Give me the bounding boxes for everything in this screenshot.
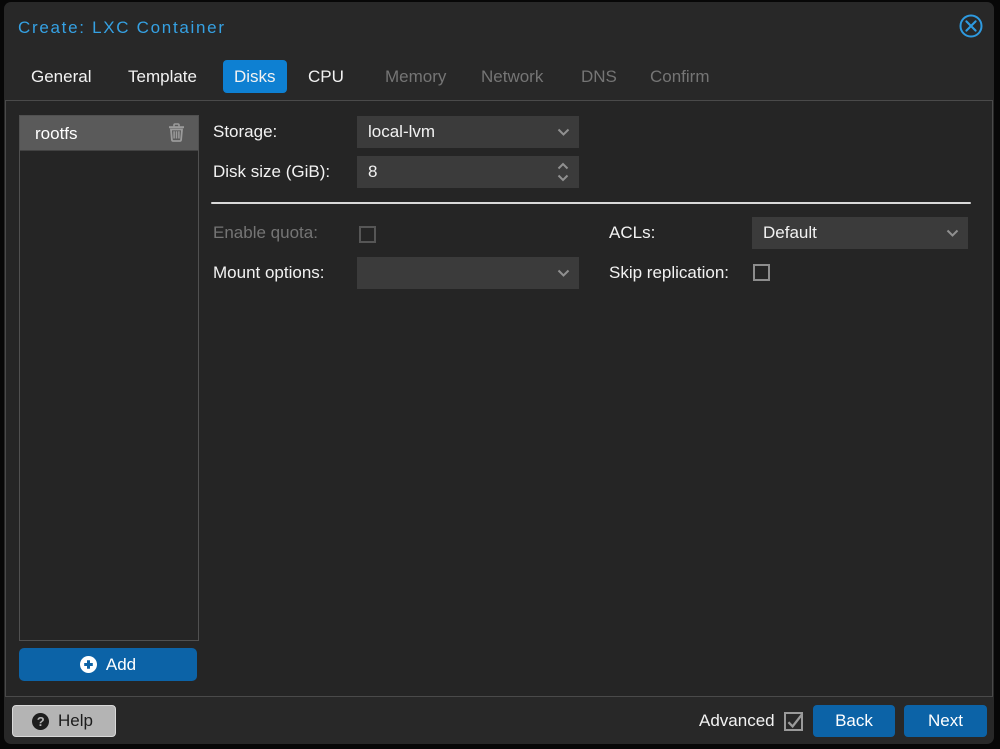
help-button-label: Help <box>58 711 93 730</box>
dialog-title: Create: LXC Container <box>18 18 226 37</box>
tab-dns: DNS <box>581 67 617 86</box>
svg-text:?: ? <box>37 714 45 729</box>
storage-label: Storage: <box>213 122 278 141</box>
disk-size-label: Disk size (GiB): <box>213 162 331 181</box>
advanced-label: Advanced <box>699 711 775 730</box>
tab-general[interactable]: General <box>20 60 102 93</box>
chevron-down-icon[interactable] <box>946 229 959 237</box>
dialog-footer: ? Help Advanced Back Next <box>4 698 994 744</box>
tab-disks[interactable]: Disks <box>223 60 287 93</box>
advanced-checkbox[interactable] <box>784 712 804 731</box>
add-button[interactable]: Add <box>19 648 197 681</box>
enable-quota-checkbox <box>359 226 376 243</box>
acls-label: ACLs: <box>609 223 656 242</box>
disks-tab-panel: rootfs Add Storage: local-lvm Disk size … <box>5 100 993 697</box>
tab-cpu[interactable]: CPU <box>297 60 355 93</box>
enable-quota-label: Enable quota: <box>213 223 318 242</box>
mountpoint-list: rootfs <box>19 115 199 641</box>
spinner-up-icon[interactable] <box>557 162 569 170</box>
storage-value: local-lvm <box>368 122 436 141</box>
back-button[interactable]: Back <box>813 705 895 737</box>
acls-combobox[interactable]: Default <box>752 217 968 249</box>
chevron-down-icon[interactable] <box>557 128 570 136</box>
mount-options-combobox[interactable] <box>357 257 579 289</box>
skip-replication-checkbox[interactable] <box>753 264 770 281</box>
disk-size-spinner[interactable]: 8 <box>357 156 579 188</box>
next-button[interactable]: Next <box>904 705 987 737</box>
trash-icon[interactable] <box>168 123 185 142</box>
tab-network: Network <box>481 67 544 86</box>
acls-value: Default <box>763 223 817 242</box>
chevron-down-icon[interactable] <box>557 269 570 277</box>
question-circle-icon: ? <box>32 712 49 730</box>
skip-replication-label: Skip replication: <box>609 263 730 282</box>
help-button[interactable]: ? Help <box>12 705 116 737</box>
advanced-separator <box>211 202 971 204</box>
back-button-label: Back <box>835 711 873 730</box>
list-item-rootfs[interactable]: rootfs <box>20 116 198 151</box>
next-button-label: Next <box>928 711 963 730</box>
spinner-down-icon[interactable] <box>557 174 569 182</box>
create-lxc-container-dialog: Create: LXC Container General Template D… <box>4 2 994 744</box>
tab-confirm: Confirm <box>650 67 710 86</box>
plus-circle-icon <box>79 656 97 673</box>
mount-options-label: Mount options: <box>213 263 325 282</box>
disk-size-value: 8 <box>368 162 378 181</box>
storage-combobox[interactable]: local-lvm <box>357 116 579 148</box>
tab-template[interactable]: Template <box>117 60 208 93</box>
add-button-label: Add <box>105 654 137 674</box>
close-icon[interactable] <box>958 13 984 39</box>
list-item-label: rootfs <box>35 124 78 143</box>
tab-memory: Memory <box>385 67 447 86</box>
